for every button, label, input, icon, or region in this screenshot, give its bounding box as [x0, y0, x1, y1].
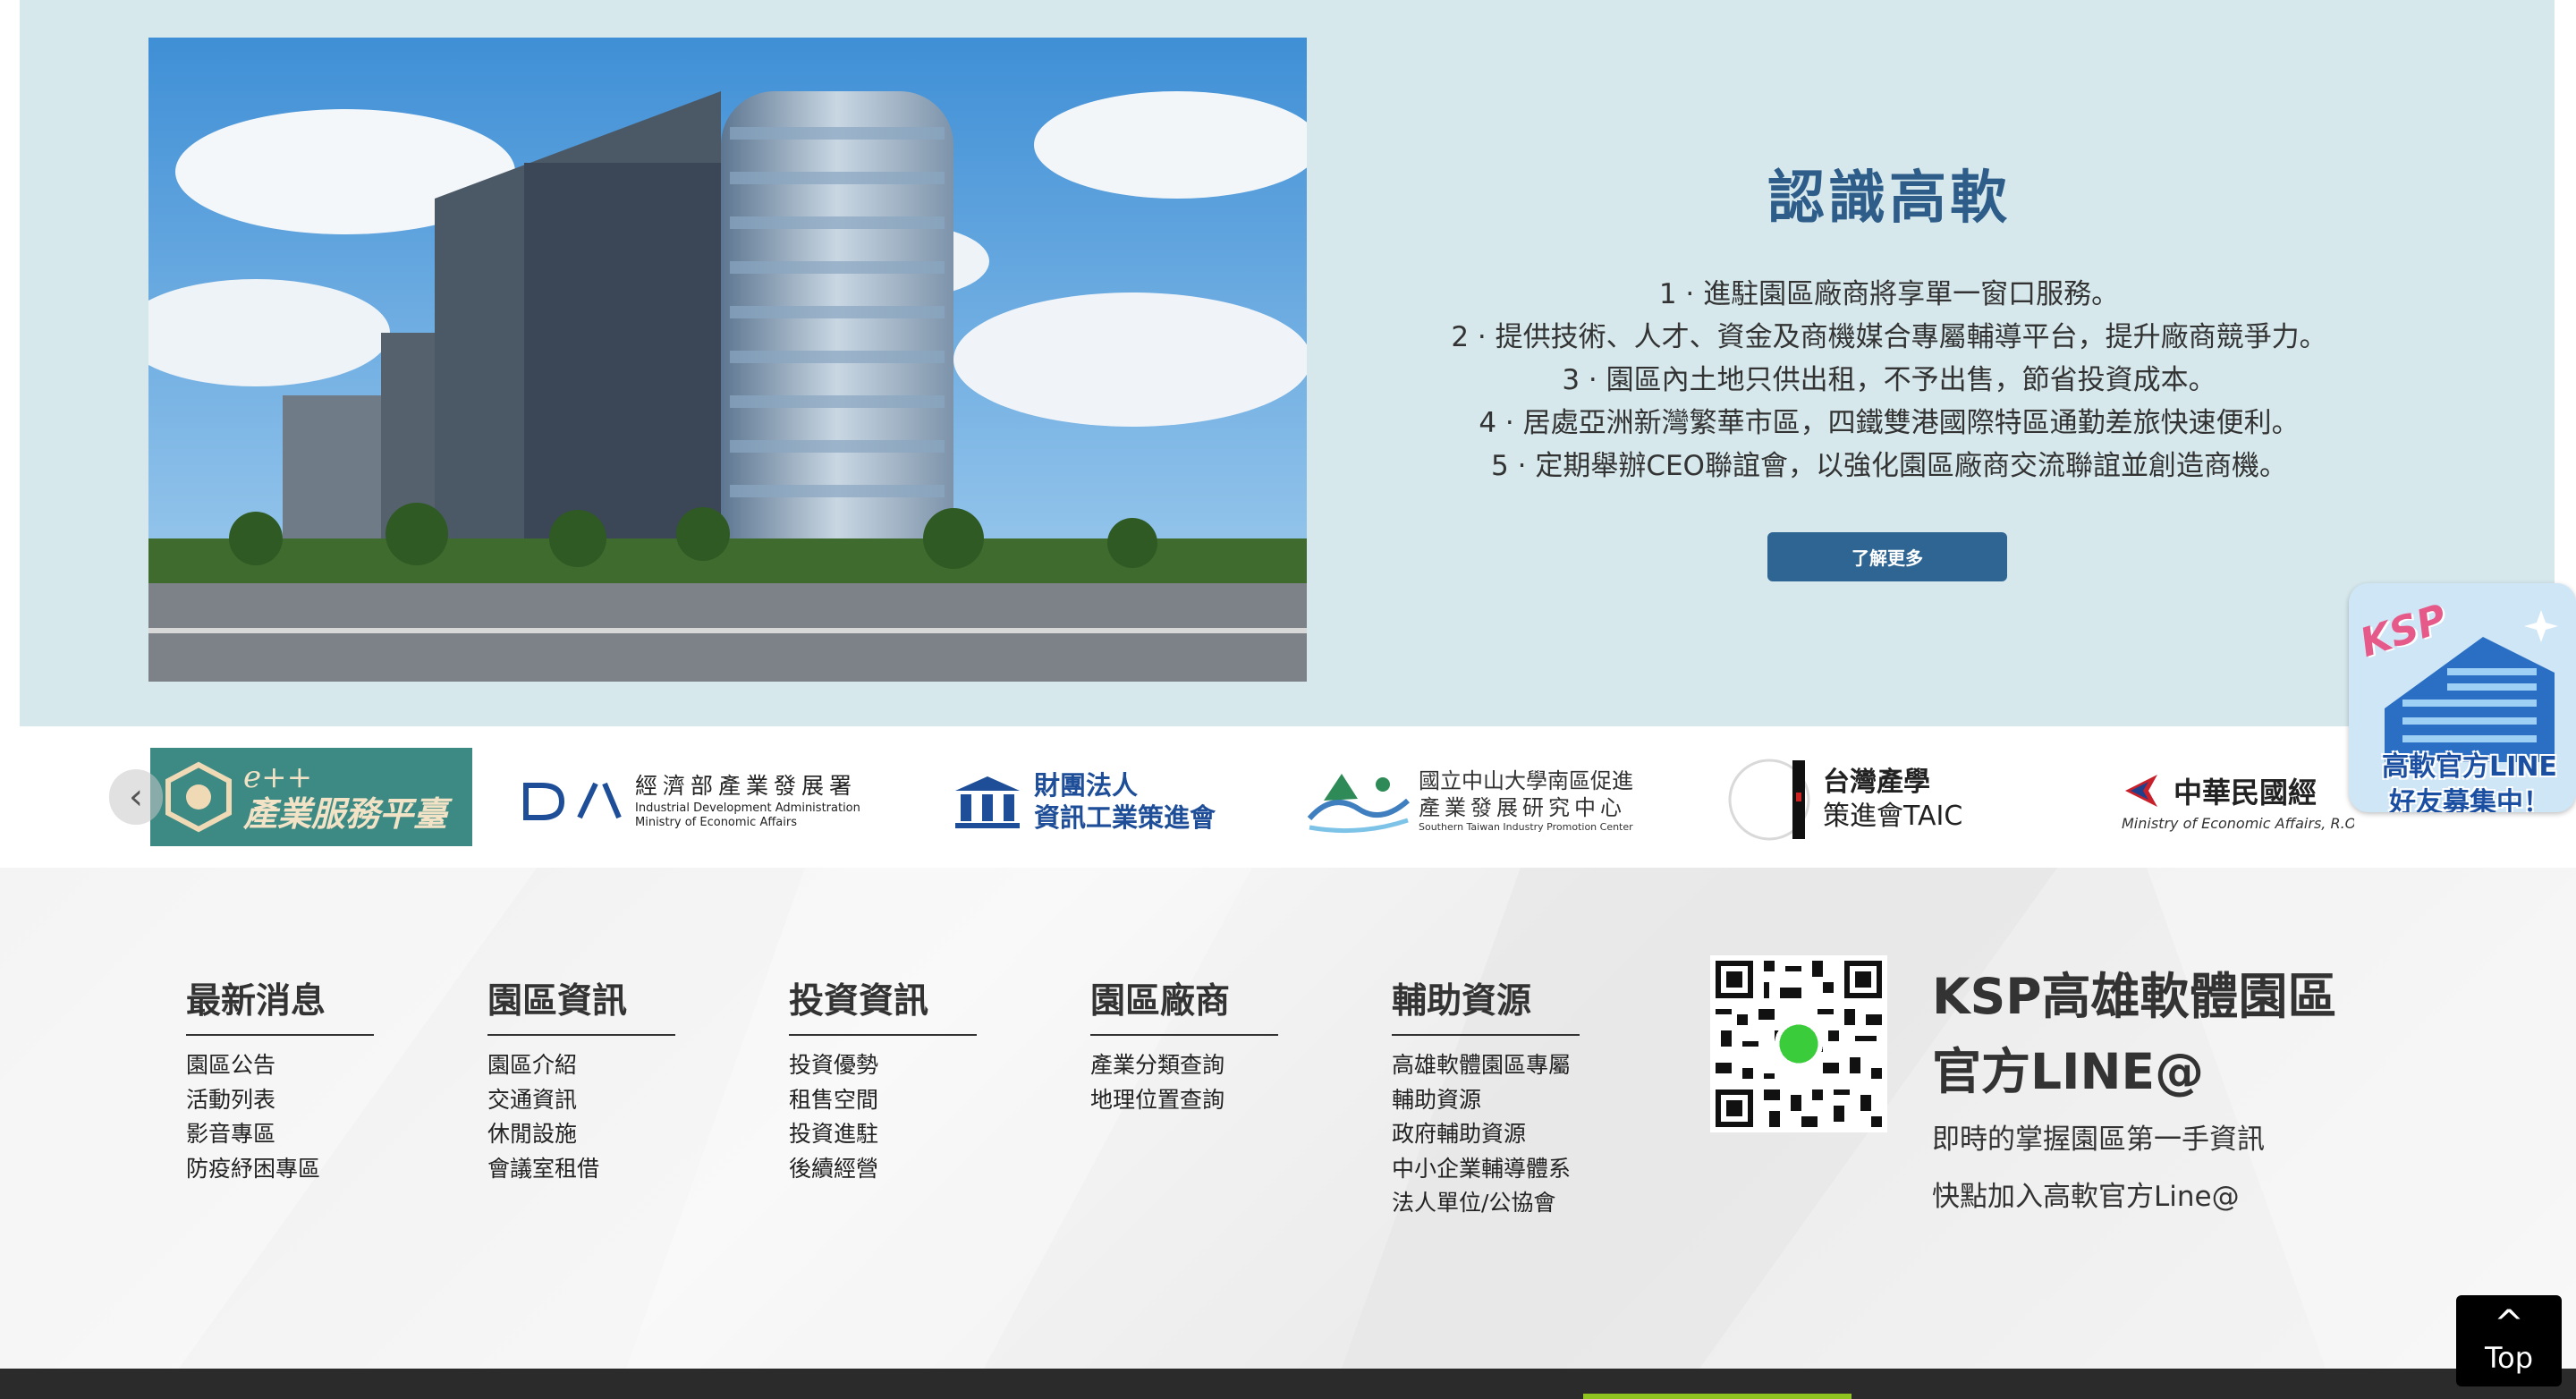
partner-logo-ida[interactable]: 經濟部產業發展署 Industrial Development Administ… [522, 765, 880, 836]
footer-link[interactable]: 高雄軟體園區專屬 [1392, 1048, 1580, 1083]
partner-logo-nsysu[interactable]: 國立中山大學南區促進 產業發展研究中心 Southern Taiwan Indu… [1306, 762, 1664, 839]
eplus-logo-line2: 產業服務平臺 [243, 794, 448, 834]
footer-accent-line [1583, 1394, 1852, 1399]
footer-link[interactable]: 中小企業輔導體系 [1392, 1152, 1580, 1187]
intro-point: 4 · 居處亞洲新灣繁華市區，四鐵雙港國際特區通勤差旅快速便利。 [1479, 407, 2300, 439]
partner-logo-eplus[interactable]: e++ 產業服務平臺 [150, 748, 472, 846]
nsysu-logo-line2: 產業發展研究中心 [1419, 795, 1626, 820]
nsysu-logo-line1: 國立中山大學南區促進 [1419, 768, 1633, 793]
footer-link[interactable]: 交通資訊 [487, 1083, 675, 1118]
footer-link[interactable]: 產業分類查詢 [1090, 1048, 1278, 1083]
partner-logo-taic[interactable]: 台灣產學 策進會TAIC [1728, 757, 1996, 843]
line-promo-title: KSP高雄軟體園區 官方LINE@ [1932, 959, 2397, 1109]
taic-logo-line2: 策進會TAIC [1823, 801, 1963, 832]
footer-col-news: 最新消息 園區公告 活動列表 影音專區 防疫紓困專區 [186, 973, 374, 1186]
footer-col-invest: 投資資訊 投資優勢 租售空間 投資進駐 後續經營 [789, 973, 977, 1186]
footer-bottom-bar [0, 1369, 2576, 1399]
intro-point: 1 · 進駐園區廠商將享單一窗口服務。 [1658, 278, 2120, 310]
partner-logo-iii[interactable]: 財團法人 資訊工業策進會 [953, 767, 1258, 835]
intro-title: 認識高軟 [1767, 165, 2011, 232]
footer-link[interactable]: 休閒設施 [487, 1117, 675, 1152]
footer-link[interactable]: 防疫紓困專區 [186, 1152, 374, 1187]
footer-link[interactable]: 活動列表 [186, 1083, 374, 1118]
intro-point: 3 · 園區內土地只供出租，不予出售，節省投資成本。 [1562, 364, 2216, 396]
line-promo-title-line2: 官方LINE@ [1932, 1043, 2205, 1100]
line-logo-icon [1779, 1024, 1818, 1064]
footer-col-park-info: 園區資訊 園區介紹 交通資訊 休閒設施 會議室租借 [487, 973, 675, 1186]
line-promo-subtitle-1: 即時的掌握園區第一手資訊 [1932, 1123, 2265, 1156]
page: 認識高軟 1 · 進駐園區廠商將享單一窗口服務。 2 · 提供技術、人才、資金及… [0, 0, 2576, 1399]
left-margin [0, 0, 20, 868]
carousel-prev-button[interactable]: ‹ [109, 769, 163, 825]
footer-link[interactable]: 地理位置查詢 [1090, 1083, 1278, 1118]
line-promo-title-line1: KSP高雄軟體園區 [1932, 968, 2337, 1025]
footer-link[interactable]: 投資進駐 [789, 1117, 977, 1152]
back-to-top-label: Top [2485, 1341, 2533, 1375]
iii-logo-line1: 財團法人 [1034, 770, 1139, 801]
line-friend-promo-badge[interactable]: KSP 高軟官方LINE 好友募集中！ [2349, 583, 2576, 812]
footer-col-title: 投資資訊 [789, 973, 977, 1036]
ida-logo-zh: 經濟部產業發展署 [635, 773, 858, 799]
footer-link[interactable]: 後續經營 [789, 1152, 977, 1187]
footer-link[interactable]: 園區介紹 [487, 1048, 675, 1083]
intro-point: 5 · 定期舉辦CEO聯誼會，以強化園區廠商交流聯誼並創造商機。 [1491, 450, 2287, 482]
iii-building-icon [955, 776, 1020, 828]
footer-link[interactable]: 影音專區 [186, 1117, 374, 1152]
footer-link[interactable]: 法人單位/公協會 [1392, 1186, 1580, 1221]
ida-emblem-icon [523, 782, 622, 820]
footer-link[interactable]: 輔助資源 [1392, 1083, 1580, 1118]
footer-col-title: 園區廠商 [1090, 973, 1278, 1036]
nsysu-landscape-icon [1307, 774, 1411, 834]
taic-emblem-icon [1728, 759, 1810, 841]
chevron-up-icon: ^ [2494, 1303, 2524, 1344]
moea-emblem-icon [2125, 774, 2157, 807]
moea-logo-zh: 中華民國經 [2174, 775, 2318, 810]
iii-logo-line2: 資訊工業策進會 [1034, 802, 1216, 833]
footer-link[interactable]: 租售空間 [789, 1083, 977, 1118]
line-badge-text-2: 好友募集中！ [2389, 787, 2550, 812]
intro-point: 2 · 提供技術、人才、資金及商機媒合專屬輔導平台，提升廠商競爭力。 [1451, 321, 2327, 353]
park-building-photo [148, 38, 1307, 682]
ida-logo-en2: Ministry of Economic Affairs [635, 816, 797, 829]
footer-col-title: 最新消息 [186, 973, 374, 1036]
footer-col-title: 園區資訊 [487, 973, 675, 1036]
eplus-emblem-icon [165, 761, 232, 833]
footer-link[interactable]: 投資優勢 [789, 1048, 977, 1083]
back-to-top-button[interactable]: ^ Top [2456, 1295, 2562, 1386]
intro-points: 1 · 進駐園區廠商將享單一窗口服務。 2 · 提供技術、人才、資金及商機媒合專… [1343, 273, 2435, 488]
ida-logo-en1: Industrial Development Administration [635, 801, 860, 815]
intro-section: 認識高軟 1 · 進駐園區廠商將享單一窗口服務。 2 · 提供技術、人才、資金及… [20, 0, 2555, 726]
line-qr-code[interactable] [1710, 955, 1887, 1132]
partner-logo-moea[interactable]: 中華民國經 Ministry of Economic Affairs, R.O.… [2122, 762, 2354, 839]
line-badge-text-1: 高軟官方LINE [2382, 751, 2557, 783]
footer-link[interactable]: 政府輔助資源 [1392, 1117, 1580, 1152]
taic-logo-line1: 台灣產學 [1823, 767, 1930, 798]
footer-col-companies: 園區廠商 產業分類查詢 地理位置查詢 [1090, 973, 1278, 1117]
footer-col-resources: 輔助資源 高雄軟體園區專屬 輔助資源 政府輔助資源 中小企業輔導體系 法人單位/… [1392, 973, 1580, 1221]
line-promo-subtitle-2: 快點加入高軟官方Line@ [1932, 1181, 2240, 1213]
eplus-logo-line1: e++ [243, 759, 313, 795]
learn-more-button[interactable]: 了解更多 [1767, 532, 2007, 581]
footer-link[interactable]: 會議室租借 [487, 1152, 675, 1187]
footer-col-title: 輔助資源 [1392, 973, 1580, 1036]
footer-link[interactable]: 園區公告 [186, 1048, 374, 1083]
moea-logo-en: Ministry of Economic Affairs, R.O.C. [2122, 814, 2354, 832]
nsysu-logo-en: Southern Taiwan Industry Promotion Cente… [1419, 821, 1633, 833]
